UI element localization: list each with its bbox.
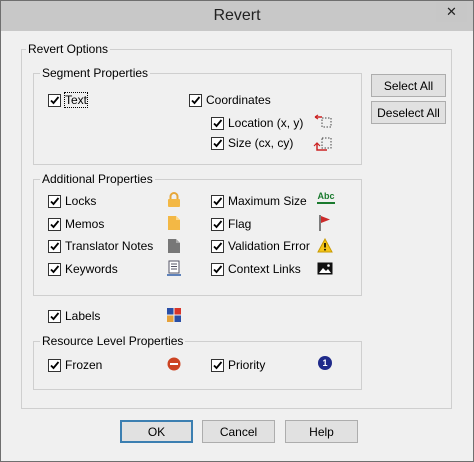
locks-checkbox[interactable]: Locks — [48, 194, 96, 208]
help-button[interactable]: Help — [285, 420, 358, 443]
keywords-checkbox[interactable]: Keywords — [48, 262, 118, 276]
labels-icon — [167, 308, 181, 325]
context-links-checkbox[interactable]: Context Links — [211, 262, 301, 276]
checkbox-box — [189, 93, 202, 107]
translator-notes-label: Translator Notes — [65, 239, 154, 253]
validation-error-checkbox[interactable]: Validation Error — [211, 239, 310, 253]
checkbox-box — [211, 116, 224, 130]
checkbox-box — [211, 194, 224, 208]
window-title: Revert — [213, 7, 261, 24]
note-icon — [167, 238, 181, 257]
select-all-button[interactable]: Select All — [371, 74, 446, 97]
title-bar: Revert ✕ — [1, 1, 473, 31]
checkbox-box — [211, 217, 224, 231]
keywords-label: Keywords — [65, 262, 118, 276]
deselect-all-label: Deselect All — [377, 105, 440, 120]
priority-checkbox[interactable]: Priority — [211, 358, 265, 372]
revert-dialog: Revert ✕ Revert Options Segment Properti… — [0, 0, 474, 462]
checkbox-box — [211, 239, 224, 253]
context-links-label: Context Links — [228, 262, 301, 276]
flag-icon — [318, 214, 332, 235]
flag-label: Flag — [228, 217, 252, 231]
help-label: Help — [309, 424, 334, 439]
translator-notes-checkbox[interactable]: Translator Notes — [48, 239, 153, 253]
labels-label: Labels — [65, 309, 101, 323]
checkbox-box — [48, 309, 61, 323]
abc-icon-text: Abc — [317, 191, 335, 201]
location-label: Location (x, y) — [228, 116, 304, 130]
size-label: Size (cx, cy) — [228, 136, 294, 150]
priority-number: 1 — [322, 358, 328, 368]
memos-label: Memos — [65, 217, 105, 231]
priority-label: Priority — [228, 358, 266, 372]
cancel-button[interactable]: Cancel — [202, 420, 275, 443]
keywords-icon — [166, 260, 182, 279]
coordinates-checkbox[interactable]: Coordinates — [189, 93, 271, 107]
coordinates-label: Coordinates — [206, 93, 271, 107]
checkbox-box — [211, 262, 224, 276]
labels-checkbox[interactable]: Labels — [48, 309, 100, 323]
frozen-checkbox[interactable]: Frozen — [48, 358, 102, 372]
priority-icon: 1 — [318, 356, 332, 370]
lock-icon — [167, 192, 181, 211]
resource-level-legend: Resource Level Properties — [40, 334, 186, 348]
select-all-label: Select All — [383, 78, 434, 93]
location-checkbox[interactable]: Location (x, y) — [211, 116, 303, 130]
close-button[interactable]: ✕ — [436, 2, 467, 22]
checkbox-box — [48, 239, 61, 253]
close-icon: ✕ — [446, 4, 457, 19]
warning-icon — [317, 237, 333, 256]
revert-options-legend: Revert Options — [26, 42, 111, 56]
maximum-size-checkbox[interactable]: Maximum Size — [211, 194, 307, 208]
additional-properties-legend: Additional Properties — [40, 172, 155, 186]
segment-properties-legend: Segment Properties — [40, 66, 151, 80]
flag-checkbox[interactable]: Flag — [211, 217, 251, 231]
location-icon — [313, 113, 335, 132]
checkbox-box — [48, 194, 61, 208]
checkbox-box — [211, 358, 224, 372]
checkbox-box — [48, 217, 61, 231]
text-label: Text — [63, 92, 89, 108]
abc-icon-underline — [317, 202, 335, 204]
ok-label: OK — [147, 424, 166, 439]
validation-error-label: Validation Error — [228, 239, 310, 253]
text-checkbox[interactable]: Text — [48, 92, 89, 108]
checkbox-box — [48, 93, 61, 107]
checkbox-box — [48, 358, 61, 372]
checkbox-box — [48, 262, 61, 276]
cancel-label: Cancel — [219, 424, 258, 439]
ok-button[interactable]: OK — [120, 420, 193, 443]
size-icon — [313, 135, 335, 156]
locks-label: Locks — [65, 194, 97, 208]
abc-icon: Abc — [316, 191, 336, 205]
memo-icon — [167, 215, 181, 234]
deselect-all-button[interactable]: Deselect All — [371, 101, 446, 124]
memos-checkbox[interactable]: Memos — [48, 217, 104, 231]
image-icon — [317, 262, 333, 278]
frozen-icon — [167, 357, 181, 374]
maximum-size-label: Maximum Size — [228, 194, 307, 208]
checkbox-box — [211, 136, 224, 150]
size-checkbox[interactable]: Size (cx, cy) — [211, 136, 293, 150]
frozen-label: Frozen — [65, 358, 103, 372]
